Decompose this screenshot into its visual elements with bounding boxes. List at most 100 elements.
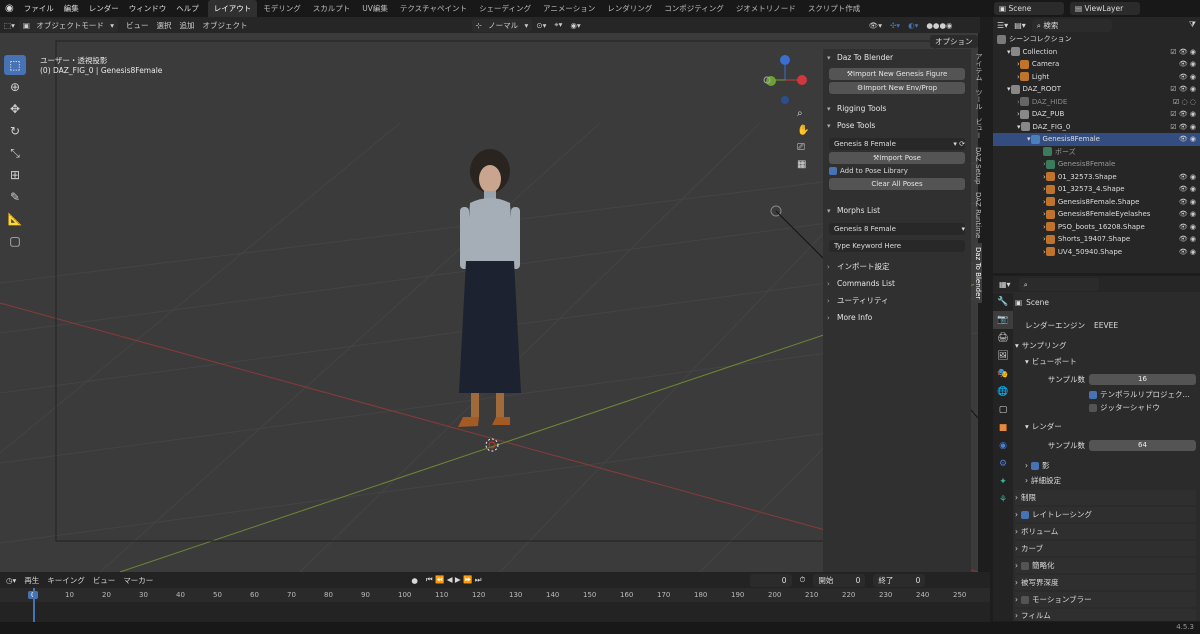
limits-panel[interactable]: › 制限 — [1015, 490, 1196, 505]
physics-tab-icon[interactable]: ◉ — [993, 437, 1013, 455]
data-tab-icon[interactable]: ✦ — [993, 473, 1013, 491]
render-subheader[interactable]: ▾ レンダー — [1015, 419, 1196, 434]
end-frame-field[interactable]: 終了 0 — [873, 573, 926, 587]
tab-layout[interactable]: レイアウト — [207, 0, 258, 17]
outliner-search[interactable]: ⌕ 検索 — [1031, 18, 1112, 32]
import-figure-button[interactable]: ⚒ Import New Genesis Figure — [829, 68, 965, 80]
pose-figure-select[interactable]: Genesis 8 Female ▾ ⟳ — [829, 138, 965, 150]
render-samples-field[interactable]: 64 — [1089, 440, 1196, 451]
menu-view[interactable]: ビュー — [122, 20, 153, 31]
marker-menu[interactable]: マーカー — [123, 575, 153, 586]
outliner-row[interactable]: ▾ DAZ_FIG_0 ☑ 👁 ◉ — [993, 121, 1200, 134]
jitter-checkbox[interactable]: ジッターシャドウ — [1015, 400, 1196, 415]
tab-scripting[interactable]: スクリプト作成 — [802, 0, 867, 17]
output-tab-icon[interactable]: 🖨 — [993, 329, 1013, 347]
filter-icon[interactable]: ▤▾ — [1014, 21, 1026, 30]
annotate-icon[interactable]: ✎ — [4, 187, 26, 207]
start-frame-field[interactable]: 開始 0 — [813, 573, 866, 587]
row-toggles[interactable]: ☑ 👁 ◉ — [1170, 48, 1196, 56]
proportional-icon[interactable]: ◉▾ — [566, 21, 584, 30]
outliner-row[interactable]: › DAZ_PUB ☑ 👁 ◉ — [993, 108, 1200, 121]
collection-tab-icon[interactable]: ▢ — [993, 401, 1013, 419]
viewport-samples-field[interactable]: 16 — [1089, 374, 1196, 385]
tab-texture-paint[interactable]: テクスチャペイント — [394, 0, 473, 17]
outliner-row[interactable]: › Shorts_19407.Shape 👁 ◉ — [993, 233, 1200, 246]
film-panel[interactable]: › フィルム — [1015, 609, 1196, 621]
outliner-row[interactable]: ポーズ — [993, 146, 1200, 159]
outliner-row[interactable]: › UV4_50940.Shape 👁 ◉ — [993, 246, 1200, 259]
frame-ruler[interactable]: 0102030405060708090100110120130140150160… — [0, 588, 990, 602]
tab-daz-runtime[interactable]: DAZ Runtime — [974, 188, 982, 242]
more-info-header[interactable]: › More Info — [823, 309, 971, 326]
menu-edit[interactable]: 編集 — [59, 3, 84, 14]
record-icon[interactable]: ● — [411, 576, 418, 585]
volume-panel[interactable]: › ボリューム — [1015, 524, 1196, 539]
row-toggles[interactable]: ☑ 👁 ◉ — [1170, 123, 1196, 131]
outliner-editor-icon[interactable]: ☰▾ — [997, 21, 1008, 30]
tab-daz-to-blender[interactable]: Daz To Blender — [974, 242, 982, 304]
row-toggles[interactable]: 👁 ◉ — [1179, 185, 1196, 193]
scene-tab-icon[interactable]: 🎭 — [993, 365, 1013, 383]
camera-view-icon[interactable]: ⎚ — [797, 142, 809, 153]
funnel-icon[interactable]: ⧩ — [1189, 20, 1196, 30]
pose-tools-header[interactable]: ▾ Pose Tools — [823, 117, 971, 134]
playback-menu[interactable]: 再生 — [24, 575, 39, 586]
viewlayer-selector[interactable]: ▤ ViewLayer — [1070, 2, 1140, 15]
outliner-row[interactable]: › Genesis8Female — [993, 158, 1200, 171]
tab-animation[interactable]: アニメーション — [537, 0, 601, 17]
measure-icon[interactable]: 📐 — [4, 209, 26, 229]
shadow-panel[interactable]: › 影 — [1015, 458, 1196, 473]
tab-item[interactable]: アイテム — [974, 49, 984, 85]
outliner-row[interactable]: ▾ Genesis8Female 👁 ◉ — [993, 133, 1200, 146]
menu-object[interactable]: オブジェクト — [199, 20, 252, 31]
row-toggles[interactable]: 👁 ◉ — [1179, 210, 1196, 218]
view-layer-tab-icon[interactable]: 🖼 — [993, 347, 1013, 365]
outliner-row[interactable]: › DAZ_HIDE ☑ ◌ ◌ — [993, 96, 1200, 109]
menu-add[interactable]: 追加 — [176, 20, 199, 31]
raytracing-panel[interactable]: › レイトレーシング — [1015, 507, 1196, 522]
tab-uv[interactable]: UV編集 — [356, 0, 394, 17]
advanced-panel[interactable]: › 詳細設定 — [1015, 473, 1196, 488]
daz-panel-header[interactable]: ▾ Daz To Blender — [823, 49, 971, 66]
snap-icon[interactable]: ⌖▾ — [550, 20, 566, 30]
clock-icon[interactable]: ◷▾ — [6, 576, 16, 585]
import-env-button[interactable]: ⚙ Import New Env/Prop — [829, 82, 965, 94]
properties-editor-icon[interactable]: ▦▾ — [999, 280, 1011, 289]
constraints-tab-icon[interactable]: ⚙ — [993, 455, 1013, 473]
editor-type-icon[interactable]: ⬚▾ — [0, 21, 19, 30]
outliner-row[interactable]: › 01_32573.Shape 👁 ◉ — [993, 171, 1200, 184]
playhead[interactable] — [33, 588, 35, 622]
properties-search[interactable]: ⌕ — [1018, 277, 1099, 291]
row-toggles[interactable]: 👁 ◉ — [1179, 173, 1196, 181]
keying-menu[interactable]: キーイング — [47, 575, 85, 586]
pan-hand-icon[interactable]: ✋ — [797, 125, 809, 136]
timeline-view-menu[interactable]: ビュー — [93, 575, 116, 586]
move-icon[interactable]: ✥ — [4, 99, 26, 119]
row-toggles[interactable]: 👁 ◉ — [1179, 235, 1196, 243]
options-dropdown[interactable]: オプション ▾ — [930, 35, 978, 59]
cursor-icon[interactable]: ⊕ — [4, 77, 26, 97]
import-settings-header[interactable]: › インポート設定 — [823, 258, 971, 275]
tab-geometry-nodes[interactable]: ジオメトリノード — [730, 0, 802, 17]
curves-panel[interactable]: › カーブ — [1015, 541, 1196, 556]
row-toggles[interactable]: 👁 ◉ — [1179, 73, 1196, 81]
outliner-row[interactable]: › Camera 👁 ◉ — [993, 58, 1200, 71]
simplify-panel[interactable]: › 簡略化 — [1015, 558, 1196, 573]
object-tab-icon[interactable]: ■ — [993, 419, 1013, 437]
playback-controls[interactable]: ⏮ ⏪ ◀ ▶ ⏩ ⏭ — [426, 575, 482, 585]
refresh-icon[interactable]: ▾ ⟳ — [953, 140, 965, 148]
tab-modeling[interactable]: モデリング — [257, 0, 307, 17]
morph-keyword-input[interactable]: Type Keyword Here — [829, 240, 965, 252]
ortho-grid-icon[interactable]: ▦ — [797, 159, 809, 170]
row-toggles[interactable]: 👁 ◉ — [1179, 248, 1196, 256]
add-cube-icon[interactable]: ▢ — [4, 231, 26, 251]
tab-view[interactable]: ビュー — [974, 114, 984, 143]
3d-viewport[interactable]: ⬚ ⊕ ✥ ↻ ⤡ ⊞ ✎ 📐 ▢ ユーザー・透視投影 (0) DAZ_FIG_… — [0, 33, 978, 572]
tab-compositing[interactable]: コンポジティング — [658, 0, 730, 17]
outliner-row[interactable]: › Genesis8Female.Shape 👁 ◉ — [993, 196, 1200, 209]
menu-help[interactable]: ヘルプ — [171, 3, 204, 14]
bone-tab-icon[interactable]: ⚘ — [993, 491, 1013, 509]
stopwatch-icon[interactable]: ⏱ — [800, 575, 806, 585]
render-engine-select[interactable]: EEVEE — [1089, 319, 1196, 332]
utility-header[interactable]: › ユーティリティ — [823, 292, 971, 309]
